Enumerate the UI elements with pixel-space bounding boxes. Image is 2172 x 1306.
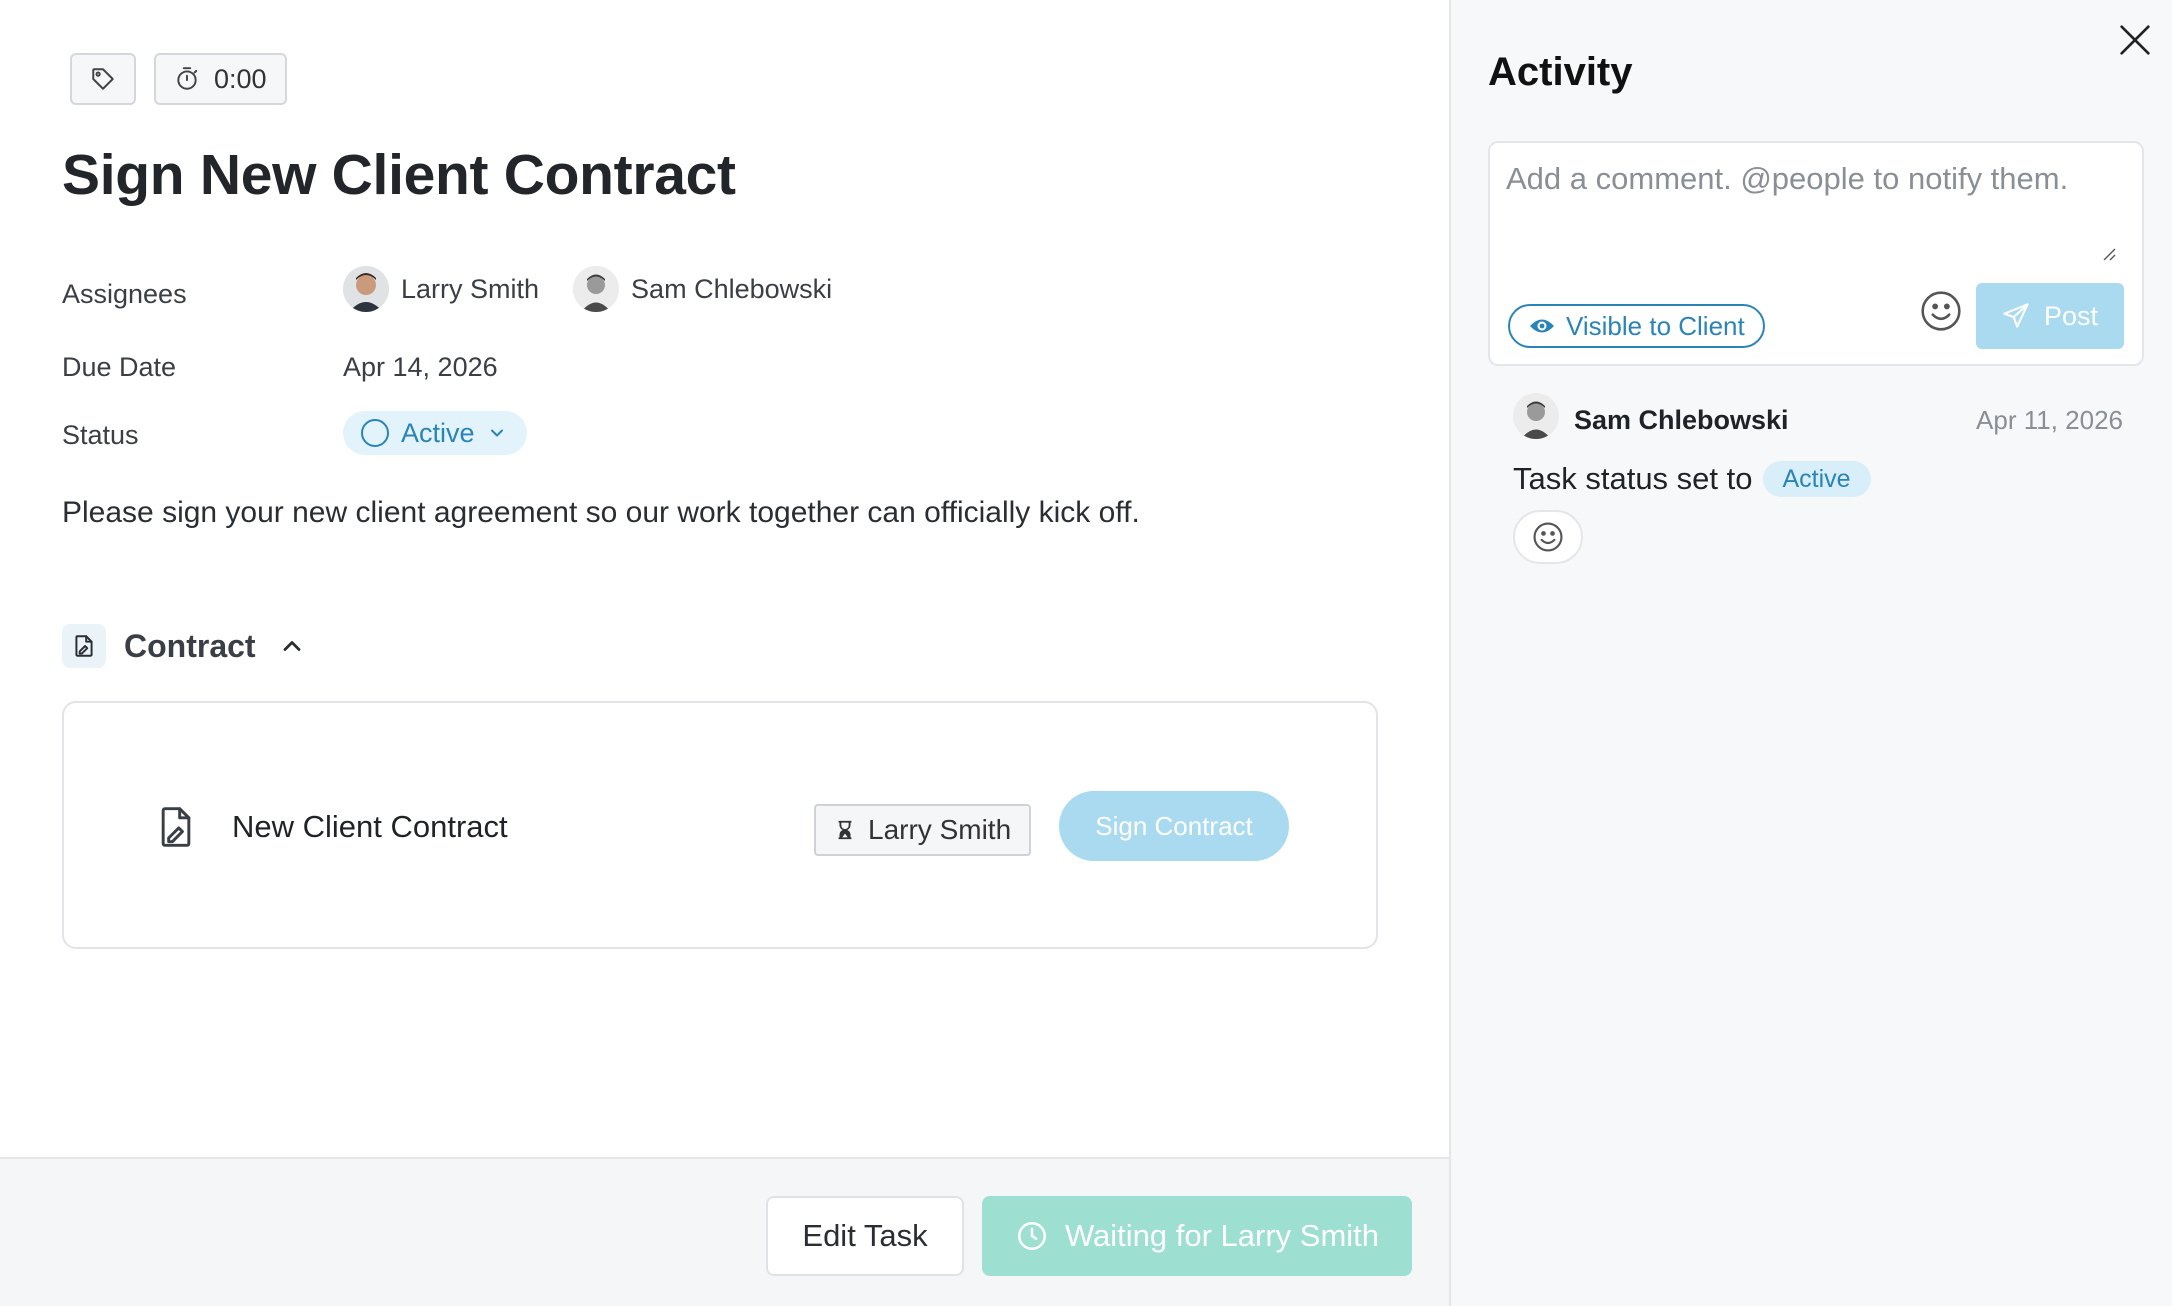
task-toolbar: 0:00	[70, 53, 287, 105]
timer-button[interactable]: 0:00	[154, 53, 287, 105]
contract-section-header[interactable]: Contract	[62, 624, 306, 668]
post-button[interactable]: Post	[1976, 283, 2124, 349]
status-value: Active	[401, 417, 475, 448]
task-footer: Edit Task Waiting for Larry Smith	[0, 1157, 1449, 1306]
send-icon	[2003, 303, 2029, 328]
activity-panel: Activity Visible to Client Post	[1449, 0, 2172, 1306]
timer-value: 0:00	[214, 63, 267, 94]
activity-message: Task status set to	[1513, 461, 1753, 496]
visibility-toggle[interactable]: Visible to Client	[1508, 304, 1765, 348]
assignees-list: Larry Smith Sam Chlebowski	[343, 266, 866, 312]
hourglass-icon	[838, 820, 852, 840]
status-label: Status	[62, 420, 139, 450]
waiting-status-button[interactable]: Waiting for Larry Smith	[982, 1196, 1412, 1276]
emoji-icon[interactable]	[1919, 289, 1963, 333]
clock-icon	[1017, 1221, 1046, 1251]
emoji-icon	[1533, 522, 1563, 552]
add-reaction-button[interactable]	[1513, 510, 1583, 564]
activity-user: Sam Chlebowski	[1574, 405, 1789, 435]
assignee-name: Sam Chlebowski	[631, 273, 833, 304]
tag-icon	[92, 68, 114, 90]
tag-button[interactable]	[70, 53, 136, 105]
activity-text: Task status set to Active	[1513, 461, 1871, 497]
task-title: Sign New Client Contract	[62, 143, 736, 207]
assignee-sam-chlebowski[interactable]: Sam Chlebowski	[573, 266, 832, 312]
comment-input[interactable]	[1506, 161, 2126, 241]
eye-icon	[1530, 319, 1554, 333]
resize-handle-icon[interactable]	[2100, 245, 2116, 261]
assignee-larry-smith[interactable]: Larry Smith	[343, 266, 539, 312]
activity-date: Apr 11, 2026	[1976, 405, 2123, 435]
contract-icon	[62, 624, 106, 668]
chevron-down-icon	[490, 429, 503, 437]
avatar	[1513, 393, 1559, 439]
stopwatch-icon	[177, 67, 198, 90]
waiting-label: Waiting for Larry Smith	[1064, 1218, 1380, 1253]
assignees-label: Assignees	[62, 279, 187, 309]
document-name[interactable]: New Client Contract	[232, 809, 508, 845]
document-signature-icon	[161, 807, 191, 847]
close-icon[interactable]	[2115, 20, 2155, 60]
due-date-label: Due Date	[62, 352, 177, 382]
avatar	[573, 266, 620, 312]
signer-name: Larry Smith	[868, 814, 1012, 845]
assignee-name: Larry Smith	[401, 273, 540, 304]
post-label: Post	[2043, 300, 2099, 331]
avatar	[343, 266, 389, 312]
contract-card: New Client Contract Larry Smith Sign Con…	[62, 701, 1378, 949]
contract-section-title: Contract	[124, 627, 256, 664]
sign-contract-button[interactable]: Sign Contract	[1059, 791, 1289, 861]
chevron-up-icon[interactable]	[278, 632, 306, 660]
task-detail-panel: 0:00 Sign New Client Contract Assignees …	[0, 0, 1449, 1306]
edit-task-button[interactable]: Edit Task	[766, 1196, 964, 1276]
pending-signer-chip: Larry Smith	[814, 804, 1032, 856]
visibility-label: Visible to Client	[1566, 310, 1745, 341]
comment-composer: Visible to Client Post	[1488, 141, 2144, 366]
status-circle-icon	[361, 419, 389, 447]
status-dropdown[interactable]: Active	[343, 411, 527, 455]
status-badge: Active	[1762, 461, 1871, 497]
activity-title: Activity	[1488, 50, 1633, 94]
due-date-value: Apr 14, 2026	[343, 352, 498, 382]
status-field: Active	[343, 411, 527, 455]
task-description: Please sign your new client agreement so…	[62, 496, 1140, 529]
